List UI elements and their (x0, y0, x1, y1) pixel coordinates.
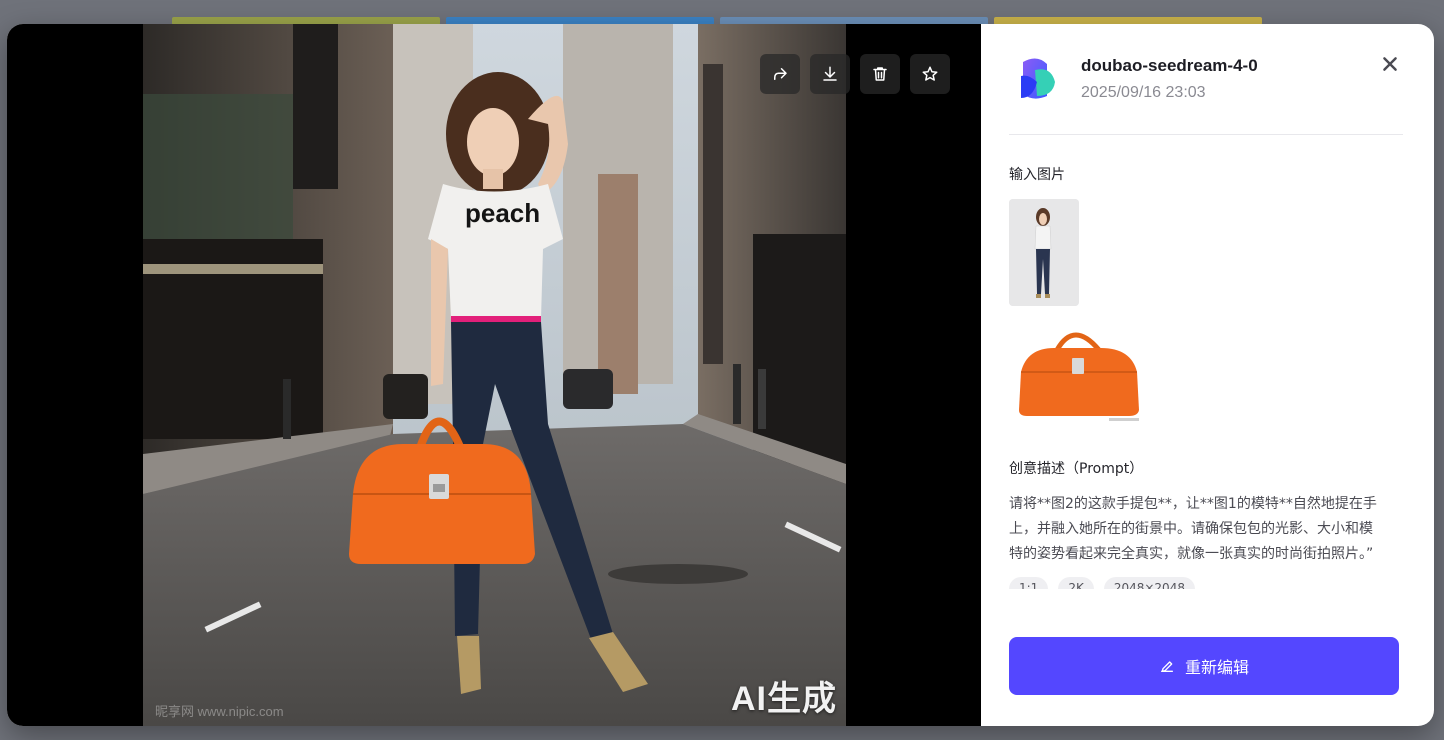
trash-icon (873, 67, 887, 81)
image-detail-modal: peach 昵享网 www.nipic.com AI生成 doubao-seed… (7, 24, 1434, 726)
handbag-thumbnail-illustration (1009, 320, 1144, 424)
re-edit-label: 重新编辑 (1184, 658, 1249, 677)
panel-header: doubao-seedream-4-0 2025/09/16 23:03 (1009, 24, 1403, 135)
edit-pencil-icon (1160, 661, 1173, 672)
generated-image[interactable]: peach (143, 24, 846, 726)
re-edit-button[interactable]: 重新编辑 (1009, 637, 1399, 695)
favorite-button[interactable] (910, 54, 950, 94)
prompt-text: 请将**图2的这款手提包**，让**图1的模特**自然地提在手上，并融入她所在的… (1009, 496, 1377, 562)
download-button[interactable] (810, 54, 850, 94)
street-photo-illustration: peach (143, 24, 846, 726)
star-icon (922, 66, 938, 81)
image-viewer: peach 昵享网 www.nipic.com AI生成 (7, 24, 981, 726)
share-button[interactable] (760, 54, 800, 94)
share-icon (774, 68, 787, 80)
input-images-title: 输入图片 (1009, 167, 1065, 183)
delete-button[interactable] (860, 54, 900, 94)
tag-dimensions: 2048×2048 (1103, 577, 1195, 589)
model-thumbnail-illustration (1009, 199, 1079, 306)
model-name: doubao-seedream-4-0 (1081, 56, 1258, 75)
details-panel: doubao-seedream-4-0 2025/09/16 23:03 输入图… (981, 24, 1434, 726)
tag-resolution: 2K (1058, 577, 1094, 589)
close-icon (1383, 57, 1397, 71)
input-image-thumbnail-2[interactable] (1009, 320, 1144, 424)
input-image-thumbnail-1[interactable] (1009, 199, 1079, 306)
tag-aspect-ratio: 1:1 (1009, 577, 1049, 589)
tag-list: 1:1 2K 2048×2048 (1009, 577, 1404, 589)
ai-generated-watermark: AI生成 (731, 680, 837, 718)
shirt-text: peach (465, 198, 540, 228)
image-toolbar (760, 54, 950, 94)
prompt-title: 创意描述（Prompt） (1009, 461, 1144, 477)
download-icon (823, 66, 837, 81)
timestamp: 2025/09/16 23:03 (1081, 84, 1206, 101)
source-watermark: 昵享网 www.nipic.com (155, 704, 284, 719)
doubao-logo-icon (1021, 58, 1055, 99)
close-button[interactable] (1380, 54, 1400, 74)
